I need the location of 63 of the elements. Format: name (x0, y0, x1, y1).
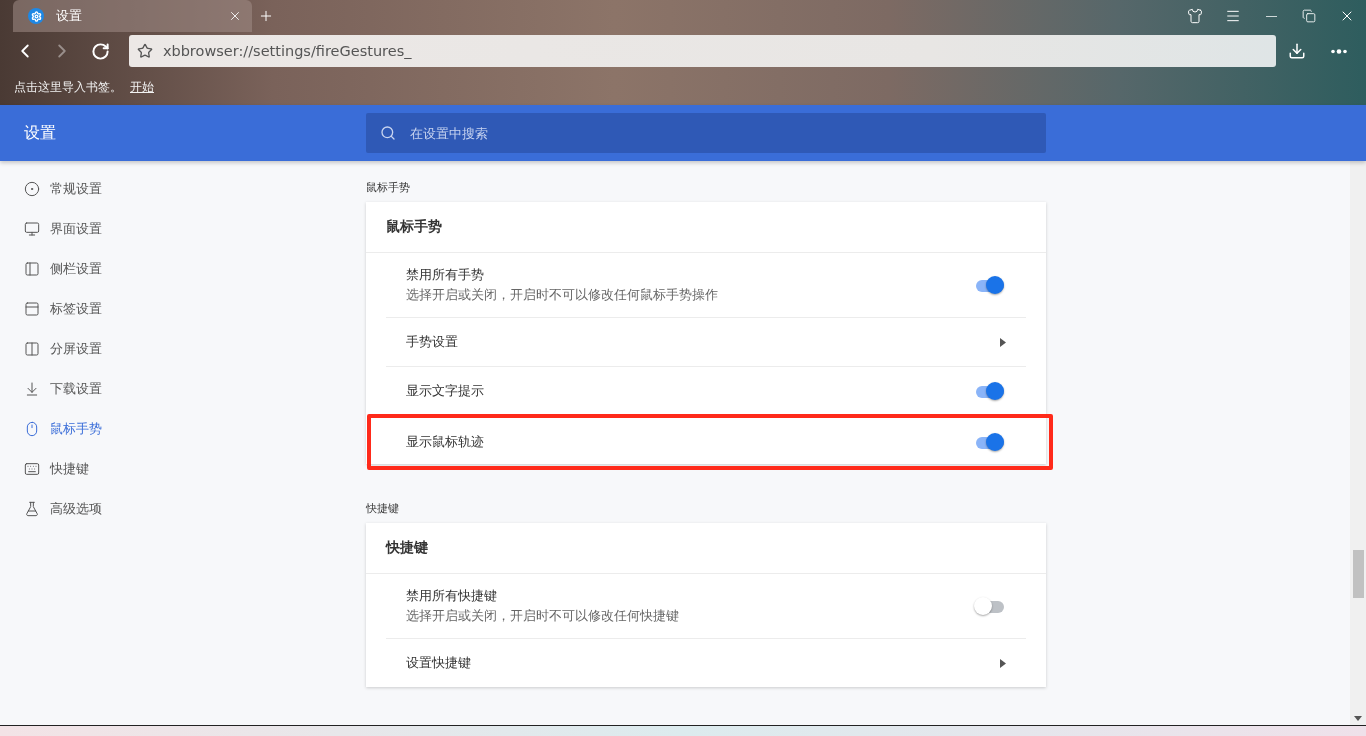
search-bar[interactable]: 在设置中搜索 (366, 113, 1046, 153)
card-title: 鼠标手势 (366, 202, 1046, 253)
highlighted-setting-row[interactable]: 显示鼠标轨迹 (367, 414, 1053, 470)
panel-icon (24, 261, 40, 277)
start-link[interactable]: 开始 (130, 79, 154, 96)
setting-title: 显示文字提示 (406, 382, 485, 400)
setting-row[interactable]: 禁用所有手势 选择开启或关闭，开启时不可以修改任何鼠标手势操作 (386, 253, 1026, 318)
close-tab-button[interactable] (228, 9, 242, 23)
setting-title: 设置快捷键 (406, 654, 472, 672)
bookmark-hint: 点击这里导入书签。 (14, 79, 122, 96)
circle-dot-icon (24, 181, 40, 197)
browser-tab[interactable]: 设置 (13, 0, 252, 32)
scroll-thumb[interactable] (1352, 550, 1364, 598)
setting-description: 选择开启或关闭，开启时不可以修改任何鼠标手势操作 (406, 287, 719, 304)
setting-row[interactable]: 显示文字提示 (386, 367, 1026, 416)
caret-icon (1000, 658, 1006, 668)
sidebar-item[interactable]: 常规设置 (0, 169, 366, 209)
download-icon (24, 381, 40, 397)
address-field[interactable]: xbbrowser://settings/fireGestures_ (162, 43, 1268, 59)
sidebar-item[interactable]: 鼠标手势 (0, 409, 366, 449)
reload-icon (90, 41, 110, 61)
search-icon (380, 125, 396, 141)
sidebar-item[interactable]: 快捷键 (0, 449, 366, 489)
sidebar-item[interactable]: 侧栏设置 (0, 249, 366, 289)
section-label: 快捷键 (366, 502, 400, 517)
panel-icon (24, 301, 40, 317)
plus-icon (258, 8, 274, 24)
setting-title: 显示鼠标轨迹 (406, 433, 485, 451)
setting-row[interactable]: 禁用所有快捷键 选择开启或关闭，开启时不可以修改任何快捷键 (386, 574, 1026, 639)
sidebar-item[interactable]: 界面设置 (0, 209, 366, 249)
address-bar[interactable]: xbbrowser://settings/fireGestures_ (128, 35, 1276, 67)
restore-icon (1302, 9, 1316, 23)
sidebar-item[interactable]: 分屏设置 (0, 329, 366, 369)
setting-title: 禁用所有快捷键 (406, 587, 498, 605)
card-title: 快捷键 (366, 523, 1046, 574)
scroll-down-icon[interactable] (1354, 716, 1362, 721)
setting-title: 禁用所有手势 (406, 266, 485, 284)
setting-row[interactable]: 手势设置 (386, 318, 1026, 367)
mouse-icon (24, 421, 40, 437)
setting-row[interactable]: 设置快捷键 (386, 639, 1026, 687)
columns-icon (24, 341, 40, 357)
monitor-icon (24, 221, 40, 237)
toggle-switch[interactable] (974, 275, 1006, 295)
flask-icon (24, 501, 40, 517)
caret-icon (1000, 337, 1006, 347)
toggle-switch[interactable] (974, 596, 1006, 616)
toggle-switch[interactable] (974, 432, 1006, 452)
section-label: 鼠标手势 (366, 181, 411, 196)
settings-icon (28, 8, 44, 24)
sidebar-item[interactable]: 下载设置 (0, 369, 366, 409)
setting-title: 手势设置 (406, 333, 459, 351)
scrollbar[interactable] (1350, 161, 1366, 725)
sidebar-item[interactable]: 高级选项 (0, 489, 366, 529)
search-field[interactable]: 在设置中搜索 (408, 124, 1032, 142)
toggle-switch[interactable] (974, 381, 1006, 401)
star-icon[interactable] (136, 43, 153, 59)
minimize-icon (1265, 15, 1277, 17)
setting-description: 选择开启或关闭，开启时不可以修改任何快捷键 (406, 608, 680, 625)
download-icon (1288, 42, 1306, 60)
page-title: 设置 (23, 122, 57, 144)
sidebar-item[interactable]: 标签设置 (0, 289, 366, 329)
keyboard-icon (24, 461, 40, 477)
more-icon (1331, 48, 1347, 54)
